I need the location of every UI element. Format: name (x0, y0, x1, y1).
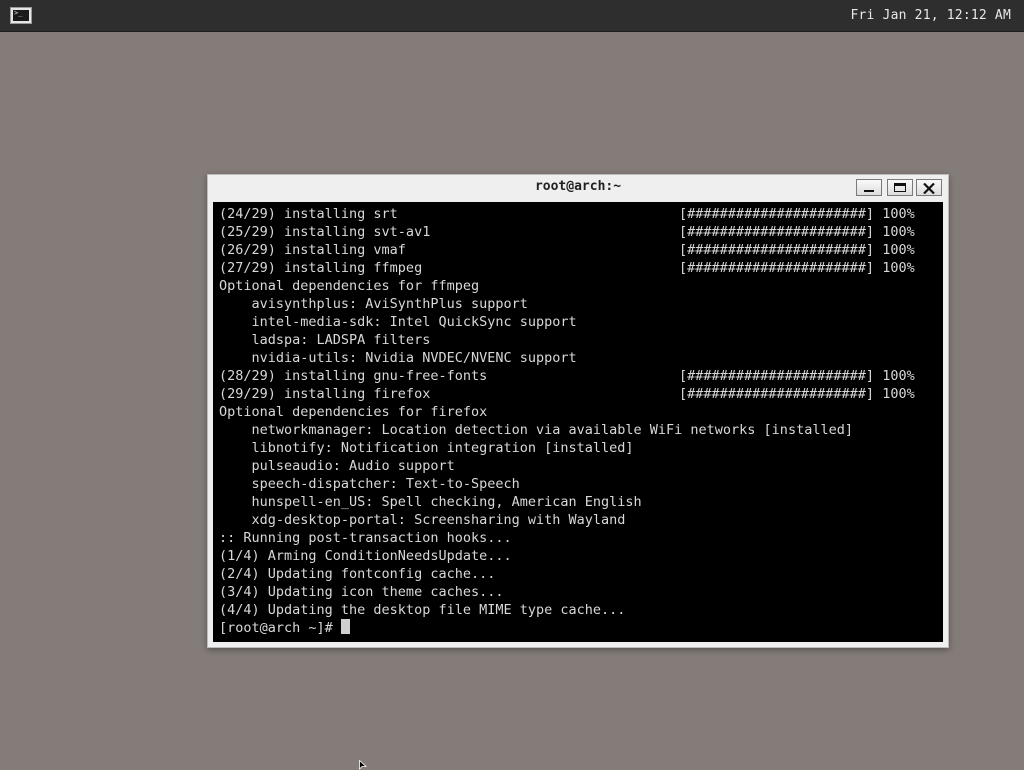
terminal-line-text: networkmanager: Location detection via a… (219, 422, 853, 438)
terminal-line-text: (27/29) installing ffmpeg (219, 260, 423, 276)
terminal-output[interactable]: (24/29) installing srt [#################… (213, 202, 943, 642)
text-cursor (340, 619, 350, 634)
mouse-pointer-icon (359, 760, 368, 770)
terminal-line-text: xdg-desktop-portal: Screensharing with W… (219, 512, 626, 528)
maximize-button[interactable] (887, 179, 913, 196)
minimize-button[interactable] (856, 179, 882, 196)
terminal-line: hunspell-en_US: Spell checking, American… (219, 493, 853, 511)
progress-bar-text: [######################] 100% (679, 242, 915, 258)
terminal-line-text: hunspell-en_US: Spell checking, American… (219, 494, 642, 510)
terminal-line: intel-media-sdk: Intel QuickSync support (219, 313, 853, 331)
terminal-line-text: libnotify: Notification integration [ins… (219, 440, 634, 456)
terminal-window[interactable]: root@arch:~ (24/29) installing srt [#####… (207, 174, 949, 648)
terminal-prompt-glyph: >_ (14, 9, 23, 17)
terminal-line-text: :: Running post-transaction hooks... (219, 530, 512, 546)
terminal-line-text: ladspa: LADSPA filters (219, 332, 431, 348)
terminal-line: speech-dispatcher: Text-to-Speech (219, 475, 853, 493)
progress-bar-text: [######################] 100% (679, 368, 915, 384)
terminal-launcher-icon[interactable]: >_ (10, 7, 32, 24)
close-button[interactable] (916, 179, 942, 196)
terminal-line: Optional dependencies for ffmpeg (219, 277, 853, 295)
terminal-line: Optional dependencies for firefox (219, 403, 853, 421)
terminal-line-text: intel-media-sdk: Intel QuickSync support (219, 314, 577, 330)
terminal-lines: (24/29) installing srt [#################… (219, 205, 915, 637)
terminal-line: (3/4) Updating icon theme caches... (219, 583, 853, 601)
terminal-line: (26/29) installing vmaf [################… (219, 241, 915, 259)
terminal-line: (29/29) installing firefox [#############… (219, 385, 915, 403)
progress-bar-text: [######################] 100% (679, 386, 915, 402)
minimize-icon (864, 190, 874, 192)
terminal-line: networkmanager: Location detection via a… (219, 421, 853, 439)
terminal-line-text: pulseaudio: Audio support (219, 458, 455, 474)
terminal-line: (25/29) installing svt-av1 [#############… (219, 223, 915, 241)
window-title: root@arch:~ (534, 179, 622, 194)
terminal-line-text: (1/4) Arming ConditionNeedsUpdate... (219, 548, 512, 564)
terminal-line: ladspa: LADSPA filters (219, 331, 853, 349)
terminal-line: :: Running post-transaction hooks... (219, 529, 853, 547)
terminal-line: (28/29) installing gnu-free-fonts [######… (219, 367, 915, 385)
terminal-line-text: nvidia-utils: Nvidia NVDEC/NVENC support (219, 350, 577, 366)
terminal-line-text: (24/29) installing srt (219, 206, 398, 222)
terminal-line: avisynthplus: AviSynthPlus support (219, 295, 853, 313)
prompt-line[interactable]: [root@arch ~]# (219, 619, 853, 637)
terminal-line: (2/4) Updating fontconfig cache... (219, 565, 853, 583)
terminal-line-text: speech-dispatcher: Text-to-Speech (219, 476, 520, 492)
terminal-line-text: (26/29) installing vmaf (219, 242, 406, 258)
terminal-line-text: Optional dependencies for ffmpeg (219, 278, 480, 294)
maximize-icon (894, 183, 906, 192)
terminal-line: (1/4) Arming ConditionNeedsUpdate... (219, 547, 853, 565)
close-icon (923, 183, 935, 194)
terminal-line: nvidia-utils: Nvidia NVDEC/NVENC support (219, 349, 853, 367)
terminal-line: (24/29) installing srt [#################… (219, 205, 915, 223)
progress-bar-text: [######################] 100% (679, 224, 915, 240)
terminal-line-text: Optional dependencies for firefox (219, 404, 488, 420)
terminal-line-text: (4/4) Updating the desktop file MIME typ… (219, 602, 626, 618)
terminal-line-text: avisynthplus: AviSynthPlus support (219, 296, 528, 312)
terminal-line: (27/29) installing ffmpeg [##############… (219, 259, 915, 277)
terminal-line-text: (28/29) installing gnu-free-fonts (219, 368, 488, 384)
window-titlebar[interactable]: root@arch:~ (208, 175, 948, 201)
clock[interactable]: Fri Jan 21, 12:12 AM (850, 8, 1011, 23)
progress-bar-text: [######################] 100% (679, 260, 915, 276)
progress-bar-text: [######################] 100% (679, 206, 915, 222)
terminal-line: xdg-desktop-portal: Screensharing with W… (219, 511, 853, 529)
terminal-line-text: (25/29) installing svt-av1 (219, 224, 431, 240)
terminal-line: (4/4) Updating the desktop file MIME typ… (219, 601, 853, 619)
terminal-line-text: (3/4) Updating icon theme caches... (219, 584, 504, 600)
terminal-line: pulseaudio: Audio support (219, 457, 853, 475)
shell-prompt: [root@arch ~]# (219, 620, 341, 636)
terminal-line-text: (29/29) installing firefox (219, 386, 431, 402)
terminal-line-text: (2/4) Updating fontconfig cache... (219, 566, 496, 582)
top-panel: >_ Fri Jan 21, 12:12 AM (0, 0, 1024, 32)
terminal-line: libnotify: Notification integration [ins… (219, 439, 853, 457)
